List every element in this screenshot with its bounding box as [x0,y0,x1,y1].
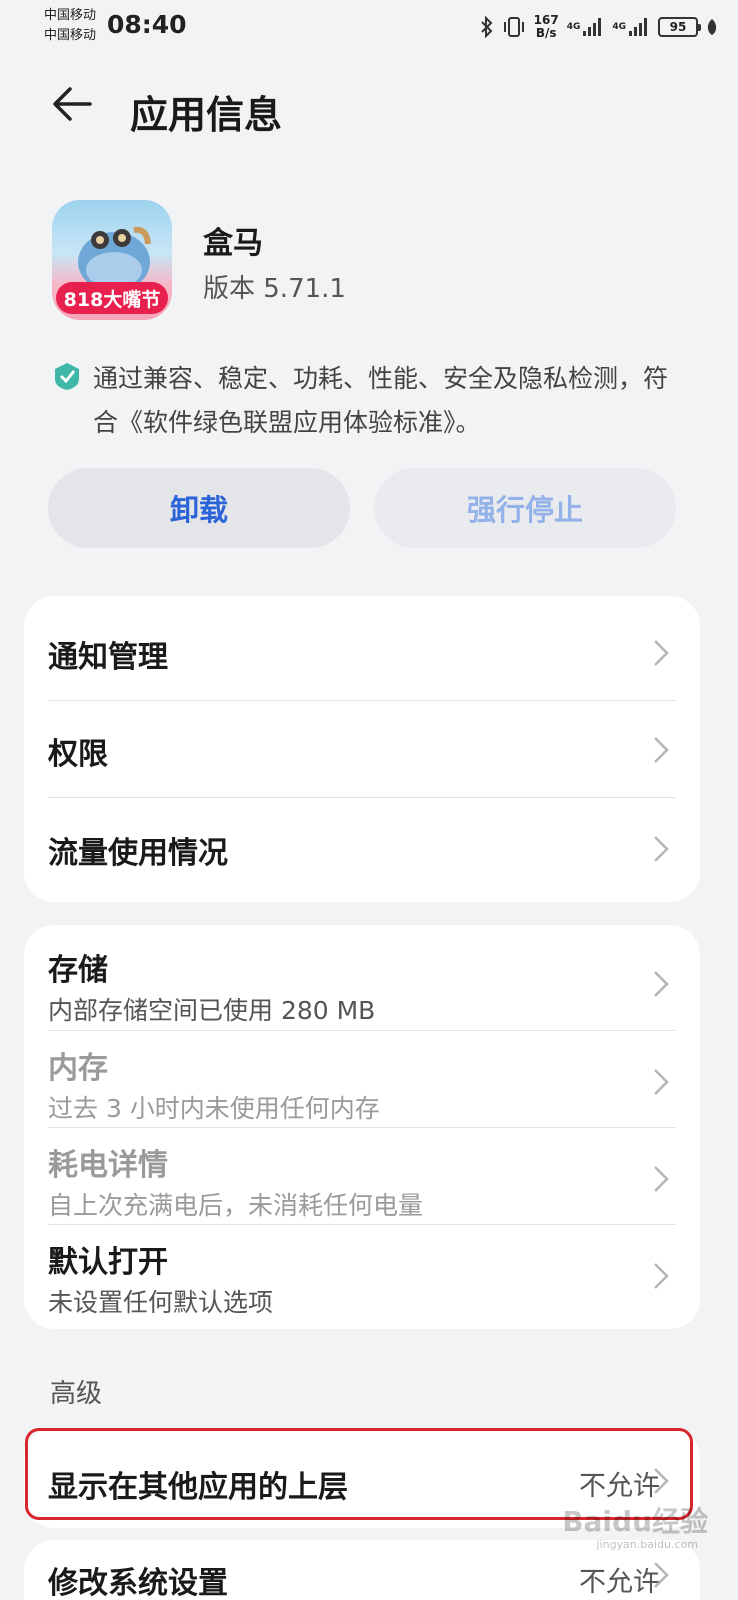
section-label-advanced: 高级 [50,1379,103,1409]
app-badge: 818大嘴节 [56,282,168,314]
certification-text: 通过兼容、稳定、功耗、性能、安全及隐私检测，符合《软件绿色联盟应用体验标准》。 [93,364,669,437]
menu-item-subtitle: 自上次充满电后，未消耗任何电量 [48,1191,424,1220]
menu-card-basic: 通知管理 权限 流量使用情况 [24,596,700,902]
chevron-right-icon [654,640,669,666]
menu-item-label: 通知管理 [48,640,168,675]
carrier-info: 中国移动 中国移动 [44,6,96,46]
uninstall-button[interactable]: 卸载 [48,468,350,548]
clock: 08:40 [107,10,187,39]
vibrate-icon [502,16,526,38]
battery-icon: 95 [658,17,701,37]
chevron-right-icon [654,1263,669,1289]
signal-2-icon: 4G [612,17,650,37]
menu-item-label: 默认打开 [48,1245,168,1280]
leaf-icon [706,18,718,36]
back-button[interactable] [50,82,100,132]
app-version: 版本 5.71.1 [203,274,346,304]
menu-item-data-usage[interactable]: 流量使用情况 [48,798,676,902]
watermark: Baidu经验 [562,1505,708,1538]
menu-item-label: 修改系统设置 [48,1566,228,1600]
chevron-right-icon [654,1562,669,1588]
chevron-right-icon [654,971,669,997]
app-name: 盒马 [203,226,263,261]
menu-item-label: 耗电详情 [48,1148,168,1183]
watermark-url: jingyan.baidu.com [596,1538,698,1551]
menu-item-notifications[interactable]: 通知管理 [48,596,676,700]
menu-item-subtitle: 过去 3 小时内未使用任何内存 [48,1094,380,1123]
chevron-right-icon [654,737,669,763]
menu-item-label: 权限 [48,737,108,772]
menu-item-storage[interactable]: 存储 内部存储空间已使用 280 MB [48,925,676,1030]
network-speed: 167 B/s [533,13,559,40]
menu-item-subtitle: 内部存储空间已使用 280 MB [48,996,376,1025]
chevron-right-icon [654,1069,669,1095]
menu-item-subtitle: 未设置任何默认选项 [48,1288,274,1317]
app-icon: 818大嘴节 [52,200,172,320]
menu-item-label: 内存 [48,1051,108,1086]
menu-item-value: 不允许 [579,1567,660,1598]
signal-1-icon: 4G [567,17,605,37]
certification-icon [52,361,82,391]
chevron-right-icon [654,1166,669,1192]
menu-item-battery-usage[interactable]: 耗电详情 自上次充满电后，未消耗任何电量 [48,1128,676,1224]
menu-item-open-by-default[interactable]: 默认打开 未设置任何默认选项 [48,1225,676,1329]
menu-item-permissions[interactable]: 权限 [48,701,676,797]
carrier-2: 中国移动 [44,28,97,43]
chevron-right-icon [654,836,669,862]
force-stop-button[interactable]: 强行停止 [374,468,676,548]
page-title: 应用信息 [130,93,283,137]
back-arrow-icon [53,87,92,121]
menu-item-label: 流量使用情况 [48,836,228,871]
status-bar: 中国移动 中国移动 08:40 167 B/s 4G 4G 95 [0,0,738,54]
menu-item-memory[interactable]: 内存 过去 3 小时内未使用任何内存 [48,1031,676,1127]
carrier-1: 中国移动 [44,8,97,23]
status-icons: 167 B/s 4G 4G 95 [480,12,718,42]
menu-item-label: 存储 [48,953,108,988]
bluetooth-icon [480,16,494,38]
menu-card-details: 存储 内部存储空间已使用 280 MB 内存 过去 3 小时内未使用任何内存 耗… [24,925,700,1329]
